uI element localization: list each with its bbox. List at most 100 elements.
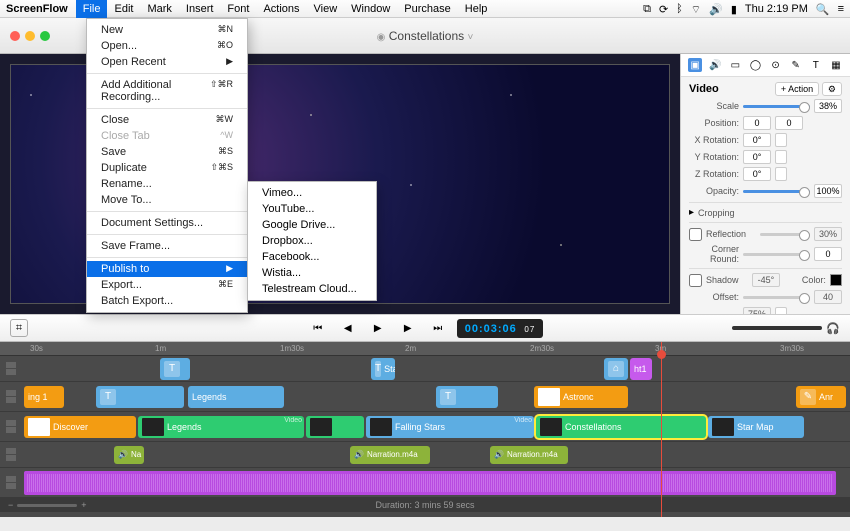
menu-mark[interactable]: Mark	[140, 0, 178, 18]
sync-icon[interactable]: ⟳	[659, 3, 668, 15]
track-2[interactable]: ing 1TLegendsTAstronc✎Anr	[0, 382, 850, 412]
position-y[interactable]	[775, 116, 803, 130]
pct-value[interactable]	[743, 307, 771, 314]
dropbox-icon[interactable]: ⧉	[643, 3, 651, 15]
clip-ing 1[interactable]: ing 1	[24, 386, 64, 408]
shadow-checkbox[interactable]	[689, 274, 702, 287]
clip-Legends[interactable]: LegendsVideo	[138, 416, 304, 438]
menu-window[interactable]: Window	[344, 0, 397, 18]
menu-purchase[interactable]: Purchase	[397, 0, 457, 18]
submenu-item-wistia-[interactable]: Wistia...	[248, 265, 376, 281]
minimize-window[interactable]	[25, 31, 35, 41]
pct-stepper[interactable]	[775, 307, 787, 314]
zrot-stepper[interactable]	[775, 167, 787, 181]
timeline[interactable]: 30s1m1m30s2m2m30s3m3m30s TTSta⌂ht1 ing 1…	[0, 342, 850, 517]
submenu-item-vimeo-[interactable]: Vimeo...	[248, 185, 376, 201]
add-action-button[interactable]: + Action	[775, 82, 819, 96]
clip-Narration.m4a[interactable]: 🔊Narration.m4a	[490, 446, 568, 464]
menu-actions[interactable]: Actions	[256, 0, 306, 18]
clip-Narration.m4a[interactable]: 🔊Narration.m4a	[350, 446, 430, 464]
zoom-control[interactable]: −+	[8, 500, 87, 510]
maximize-window[interactable]	[40, 31, 50, 41]
clock[interactable]: Thu 2:19 PM	[745, 3, 808, 15]
menu-edit[interactable]: Edit	[107, 0, 140, 18]
spotlight-icon[interactable]: 🔍	[816, 3, 830, 15]
wifi-icon[interactable]: ⌔	[691, 3, 701, 15]
track-1[interactable]: TTSta⌂ht1	[0, 356, 850, 382]
menu-file[interactable]: File	[76, 0, 108, 18]
menu-item-add-additional-recording-[interactable]: Add Additional Recording...⇧⌘R	[87, 77, 247, 105]
clip-Falling Stars[interactable]: Falling StarsVideo	[366, 416, 534, 438]
clip-ht1[interactable]: ht1	[630, 358, 652, 380]
menu-item-close[interactable]: Close⌘W	[87, 112, 247, 128]
menu-insert[interactable]: Insert	[179, 0, 221, 18]
battery-icon[interactable]: ▮	[731, 3, 737, 15]
clip-Star Map[interactable]: Star Map	[708, 416, 804, 438]
submenu-item-google-drive-[interactable]: Google Drive...	[248, 217, 376, 233]
reflection-value[interactable]	[814, 227, 842, 241]
annotation-tab-icon[interactable]: ✎	[789, 58, 803, 72]
yrot-stepper[interactable]	[775, 150, 787, 164]
offset-slider[interactable]	[743, 296, 810, 299]
gear-icon[interactable]: ⚙	[822, 82, 842, 96]
clip-green[interactable]	[306, 416, 364, 438]
menu-item-save-frame-[interactable]: Save Frame...	[87, 238, 247, 254]
opacity-value[interactable]	[814, 184, 842, 198]
menu-item-export-[interactable]: Export...⌘E	[87, 277, 247, 293]
zrot-value[interactable]	[743, 167, 771, 181]
submenu-item-facebook-[interactable]: Facebook...	[248, 249, 376, 265]
text-tab-icon[interactable]: T	[809, 58, 823, 72]
playhead[interactable]	[661, 342, 662, 517]
scale-value[interactable]	[814, 99, 842, 113]
opacity-slider[interactable]	[743, 190, 810, 193]
notifications-icon[interactable]: ≡	[838, 3, 844, 15]
close-window[interactable]	[10, 31, 20, 41]
zoom-out-icon[interactable]: −	[8, 500, 13, 510]
submenu-item-dropbox-[interactable]: Dropbox...	[248, 233, 376, 249]
skip-forward-button[interactable]: ⏭	[427, 319, 449, 337]
headphones-icon[interactable]: 🎧	[826, 322, 840, 335]
clip-blue[interactable]: T	[436, 386, 498, 408]
yrot-value[interactable]	[743, 150, 771, 164]
corner-value[interactable]	[814, 247, 842, 261]
corner-slider[interactable]	[743, 253, 810, 256]
video-tab-icon[interactable]: ▣	[688, 58, 702, 72]
volume-icon[interactable]: 🔊	[709, 3, 723, 15]
reflection-checkbox[interactable]	[689, 228, 702, 241]
clip-Anr[interactable]: ✎Anr	[796, 386, 846, 408]
menu-item-open-recent[interactable]: Open Recent▶	[87, 54, 247, 70]
zoom-in-icon[interactable]: +	[81, 500, 86, 510]
crop-icon[interactable]: ⌗	[10, 319, 28, 337]
timeline-ruler[interactable]: 30s1m1m30s2m2m30s3m3m30s	[0, 342, 850, 356]
menu-item-move-to-[interactable]: Move To...	[87, 192, 247, 208]
menu-item-document-settings-[interactable]: Document Settings...	[87, 215, 247, 231]
reflection-slider[interactable]	[760, 233, 810, 236]
clip-Legends[interactable]: Legends	[188, 386, 284, 408]
scale-slider[interactable]	[743, 105, 810, 108]
track-5-waveform[interactable]	[0, 468, 850, 498]
clip-Discover[interactable]: Discover	[24, 416, 136, 438]
xrot-stepper[interactable]	[775, 133, 787, 147]
menu-help[interactable]: Help	[458, 0, 495, 18]
menu-item-save[interactable]: Save⌘S	[87, 144, 247, 160]
track-3[interactable]: DiscoverLegendsVideoFalling StarsVideoCo…	[0, 412, 850, 442]
touch-tab-icon[interactable]: ⊙	[769, 58, 783, 72]
clip-blue[interactable]: ⌂	[604, 358, 628, 380]
menu-item-new[interactable]: New⌘N	[87, 22, 247, 38]
menu-view[interactable]: View	[307, 0, 345, 18]
menu-item-open-[interactable]: Open...⌘O	[87, 38, 247, 54]
callout-tab-icon[interactable]: ◯	[748, 58, 762, 72]
audio-tab-icon[interactable]: 🔊	[708, 58, 722, 72]
step-forward-button[interactable]: ▶	[397, 319, 419, 337]
menu-item-batch-export-[interactable]: Batch Export...	[87, 293, 247, 309]
clip-Na[interactable]: 🔊Na	[114, 446, 144, 464]
skip-back-button[interactable]: ⏮	[307, 319, 329, 337]
clip-blue[interactable]: T	[160, 358, 190, 380]
clip-Astronc[interactable]: Astronc	[534, 386, 628, 408]
xrot-value[interactable]	[743, 133, 771, 147]
bluetooth-icon[interactable]: ᛒ	[676, 3, 683, 15]
menu-item-publish-to[interactable]: Publish to▶	[87, 261, 247, 277]
menu-item-rename-[interactable]: Rename...	[87, 176, 247, 192]
audio-waveform-clip[interactable]	[24, 471, 836, 495]
submenu-item-telestream-cloud-[interactable]: Telestream Cloud...	[248, 281, 376, 297]
